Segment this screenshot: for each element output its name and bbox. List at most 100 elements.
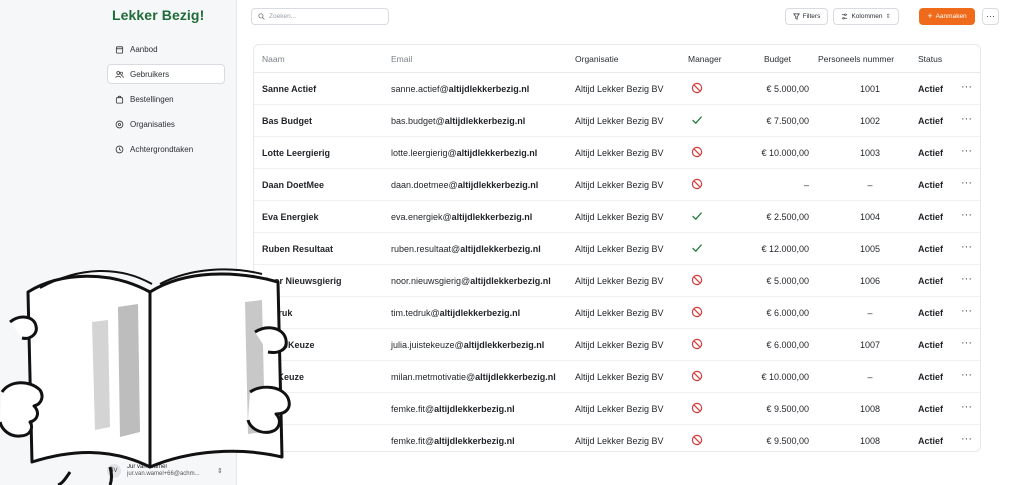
- create-button[interactable]: + Aanmaken: [919, 8, 975, 25]
- plus-icon: +: [927, 11, 933, 21]
- row-actions-icon[interactable]: ···: [961, 402, 972, 413]
- row-actions-icon[interactable]: ···: [961, 82, 972, 93]
- table-row[interactable]: Fit femke.fit@altijdlekkerbezig.nl Altijd …: [254, 393, 980, 425]
- columns-icon: [842, 13, 848, 20]
- column-header-status[interactable]: Status: [918, 54, 942, 64]
- email-user: daan.doetmee@: [391, 180, 458, 190]
- cell-organisatie: Altijd Lekker Bezig BV: [575, 340, 664, 350]
- cell-budget: –: [803, 180, 809, 190]
- table-row[interactable]: Bas Budget bas.budget@altijdlekkerbezig.n…: [254, 105, 980, 137]
- cell-naam: JuisteKeuze: [262, 340, 315, 350]
- table-row[interactable]: isteKeuze milan.metmotivatie@altijdlekker…: [254, 361, 980, 393]
- row-actions-icon[interactable]: ···: [961, 274, 972, 285]
- table-row[interactable]: Lotte Leergierig lotte.leergierig@altijdl…: [254, 137, 980, 169]
- sidebar-item-gebruikers[interactable]: Gebruikers: [107, 64, 225, 84]
- user-info: Jur van Wamel jur.van.wamel+66@achm...: [127, 464, 213, 478]
- table-row[interactable]: Daan DoetMee daan.doetmee@altijdlekkerbez…: [254, 169, 980, 201]
- cell-budget: € 10.000,00: [761, 372, 809, 382]
- cell-status: Actief: [918, 308, 944, 318]
- building-icon: [114, 119, 124, 129]
- table-header: Naam Email Organisatie Manager Budget Pe…: [254, 45, 980, 73]
- cell-naam: Fit: [262, 404, 273, 414]
- cell-budget: € 10.000,00: [761, 148, 809, 158]
- column-header-manager[interactable]: Manager: [688, 54, 722, 64]
- email-user: bas.budget@: [391, 116, 445, 126]
- table-row[interactable]: JuisteKeuze julia.juistekeuze@altijdlekke…: [254, 329, 980, 361]
- cell-organisatie: Altijd Lekker Bezig BV: [575, 308, 664, 318]
- search-icon: [258, 13, 265, 20]
- cell-organisatie: Altijd Lekker Bezig BV: [575, 404, 664, 414]
- user-name: Jur van Wamel: [127, 464, 167, 470]
- row-actions-icon[interactable]: ···: [961, 146, 972, 157]
- cell-status: Actief: [918, 212, 944, 222]
- email-domain: altijdlekkerbezig.nl: [470, 276, 551, 286]
- table-row[interactable]: TeDruk tim.tedruk@altijdlekkerbezig.nl Alt…: [254, 297, 980, 329]
- cell-status: Actief: [918, 180, 944, 190]
- check-icon: [691, 210, 703, 222]
- columns-button[interactable]: Kolommen ⇕: [833, 8, 899, 25]
- sidebar-item-achtergrondtaken[interactable]: Achtergrondtaken: [107, 139, 225, 159]
- prohibited-icon: [691, 306, 703, 318]
- column-header-budget[interactable]: Budget: [764, 54, 791, 64]
- row-actions-icon[interactable]: ···: [961, 114, 972, 125]
- row-actions-icon[interactable]: ···: [961, 370, 972, 381]
- sidebar-item-organisaties[interactable]: Organisaties: [107, 114, 225, 134]
- brand-logo[interactable]: Lekker Bezig!: [112, 7, 204, 23]
- cell-email: noor.nieuwsgierig@altijdlekkerbezig.nl: [391, 276, 551, 286]
- table-row[interactable]: Sanne Actief sanne.actief@altijdlekkerbez…: [254, 73, 980, 105]
- table-row[interactable]: Noor Nieuwsgierig noor.nieuwsgierig@altij…: [254, 265, 980, 297]
- row-actions-icon[interactable]: ···: [961, 434, 972, 445]
- email-domain: altijdlekkerbezig.nl: [448, 84, 530, 94]
- column-header-personeelsnummer[interactable]: Personeels nummer: [818, 54, 894, 64]
- row-actions-icon[interactable]: ···: [961, 210, 972, 221]
- filters-button[interactable]: Filters: [785, 8, 828, 25]
- email-user: tim.tedruk@: [391, 308, 440, 318]
- cell-email: milan.metmotivatie@altijdlekkerbezig.nl: [391, 372, 556, 382]
- email-domain: altijdlekkerbezig.nl: [434, 436, 515, 446]
- search-input[interactable]: [269, 13, 379, 20]
- more-options-button[interactable]: ···: [982, 8, 999, 25]
- cell-personeelsnummer: 1008: [859, 404, 881, 414]
- prohibited-icon: [691, 370, 703, 382]
- email-user: femke.fit@: [391, 404, 435, 414]
- sidebar-item-bestellingen[interactable]: Bestellingen: [107, 89, 225, 109]
- cell-naam: Ruben Resultaat: [262, 244, 334, 254]
- column-header-organisatie[interactable]: Organisatie: [575, 54, 618, 64]
- email-domain: altijdlekkerbezig.nl: [439, 308, 521, 318]
- sidebar-item-label: Bestellingen: [130, 94, 174, 104]
- cell-organisatie: Altijd Lekker Bezig BV: [575, 116, 664, 126]
- cell-email: ruben.resultaat@altijdlekkerbezig.nl: [391, 244, 541, 254]
- search-field[interactable]: [251, 8, 389, 25]
- cell-personeelsnummer: 1006: [859, 276, 881, 286]
- row-actions-icon[interactable]: ···: [961, 306, 972, 317]
- cell-naam: Sanne Actief: [262, 84, 317, 94]
- sidebar-item-aanbod[interactable]: Aanbod: [107, 39, 225, 59]
- row-actions-icon[interactable]: ···: [961, 178, 972, 189]
- table-row[interactable]: Fit femke.fit@altijdlekkerbezig.nl Altijd …: [254, 425, 980, 451]
- cell-organisatie: Altijd Lekker Bezig BV: [575, 84, 664, 94]
- cell-status: Actief: [918, 340, 944, 350]
- column-header-naam[interactable]: Naam: [262, 54, 285, 64]
- row-actions-icon[interactable]: ···: [961, 242, 972, 253]
- cell-organisatie: Altijd Lekker Bezig BV: [575, 276, 664, 286]
- sidebar-item-label: Achtergrondtaken: [130, 144, 194, 154]
- sidebar-nav: Aanbod Gebruikers Bestellingen Organisat…: [107, 39, 225, 164]
- user-menu[interactable]: JV Jur van Wamel jur.van.wamel+66@achm..…: [107, 460, 225, 482]
- prohibited-icon: [691, 274, 703, 286]
- cell-email: tim.tedruk@altijdlekkerbezig.nl: [391, 308, 520, 318]
- cell-budget: € 5.000,00: [766, 84, 809, 94]
- cell-personeelsnummer: 1007: [859, 340, 881, 350]
- table-row[interactable]: Ruben Resultaat ruben.resultaat@altijdlek…: [254, 233, 980, 265]
- email-user: noor.nieuwsgierig@: [391, 276, 471, 286]
- row-actions-icon[interactable]: ···: [961, 338, 972, 349]
- cell-email: femke.fit@altijdlekkerbezig.nl: [391, 436, 515, 446]
- email-domain: altijdlekkerbezig.nl: [434, 404, 515, 414]
- cell-email: femke.fit@altijdlekkerbezig.nl: [391, 404, 515, 414]
- cell-naam: TeDruk: [262, 308, 293, 318]
- column-header-email[interactable]: Email: [391, 54, 412, 64]
- table-row[interactable]: Eva Energiek eva.energiek@altijdlekkerbez…: [254, 201, 980, 233]
- bag-icon: [114, 94, 124, 104]
- users-table: Naam Email Organisatie Manager Budget Pe…: [253, 44, 981, 452]
- cell-email: daan.doetmee@altijdlekkerbezig.nl: [391, 180, 538, 190]
- clock-icon: [114, 144, 124, 154]
